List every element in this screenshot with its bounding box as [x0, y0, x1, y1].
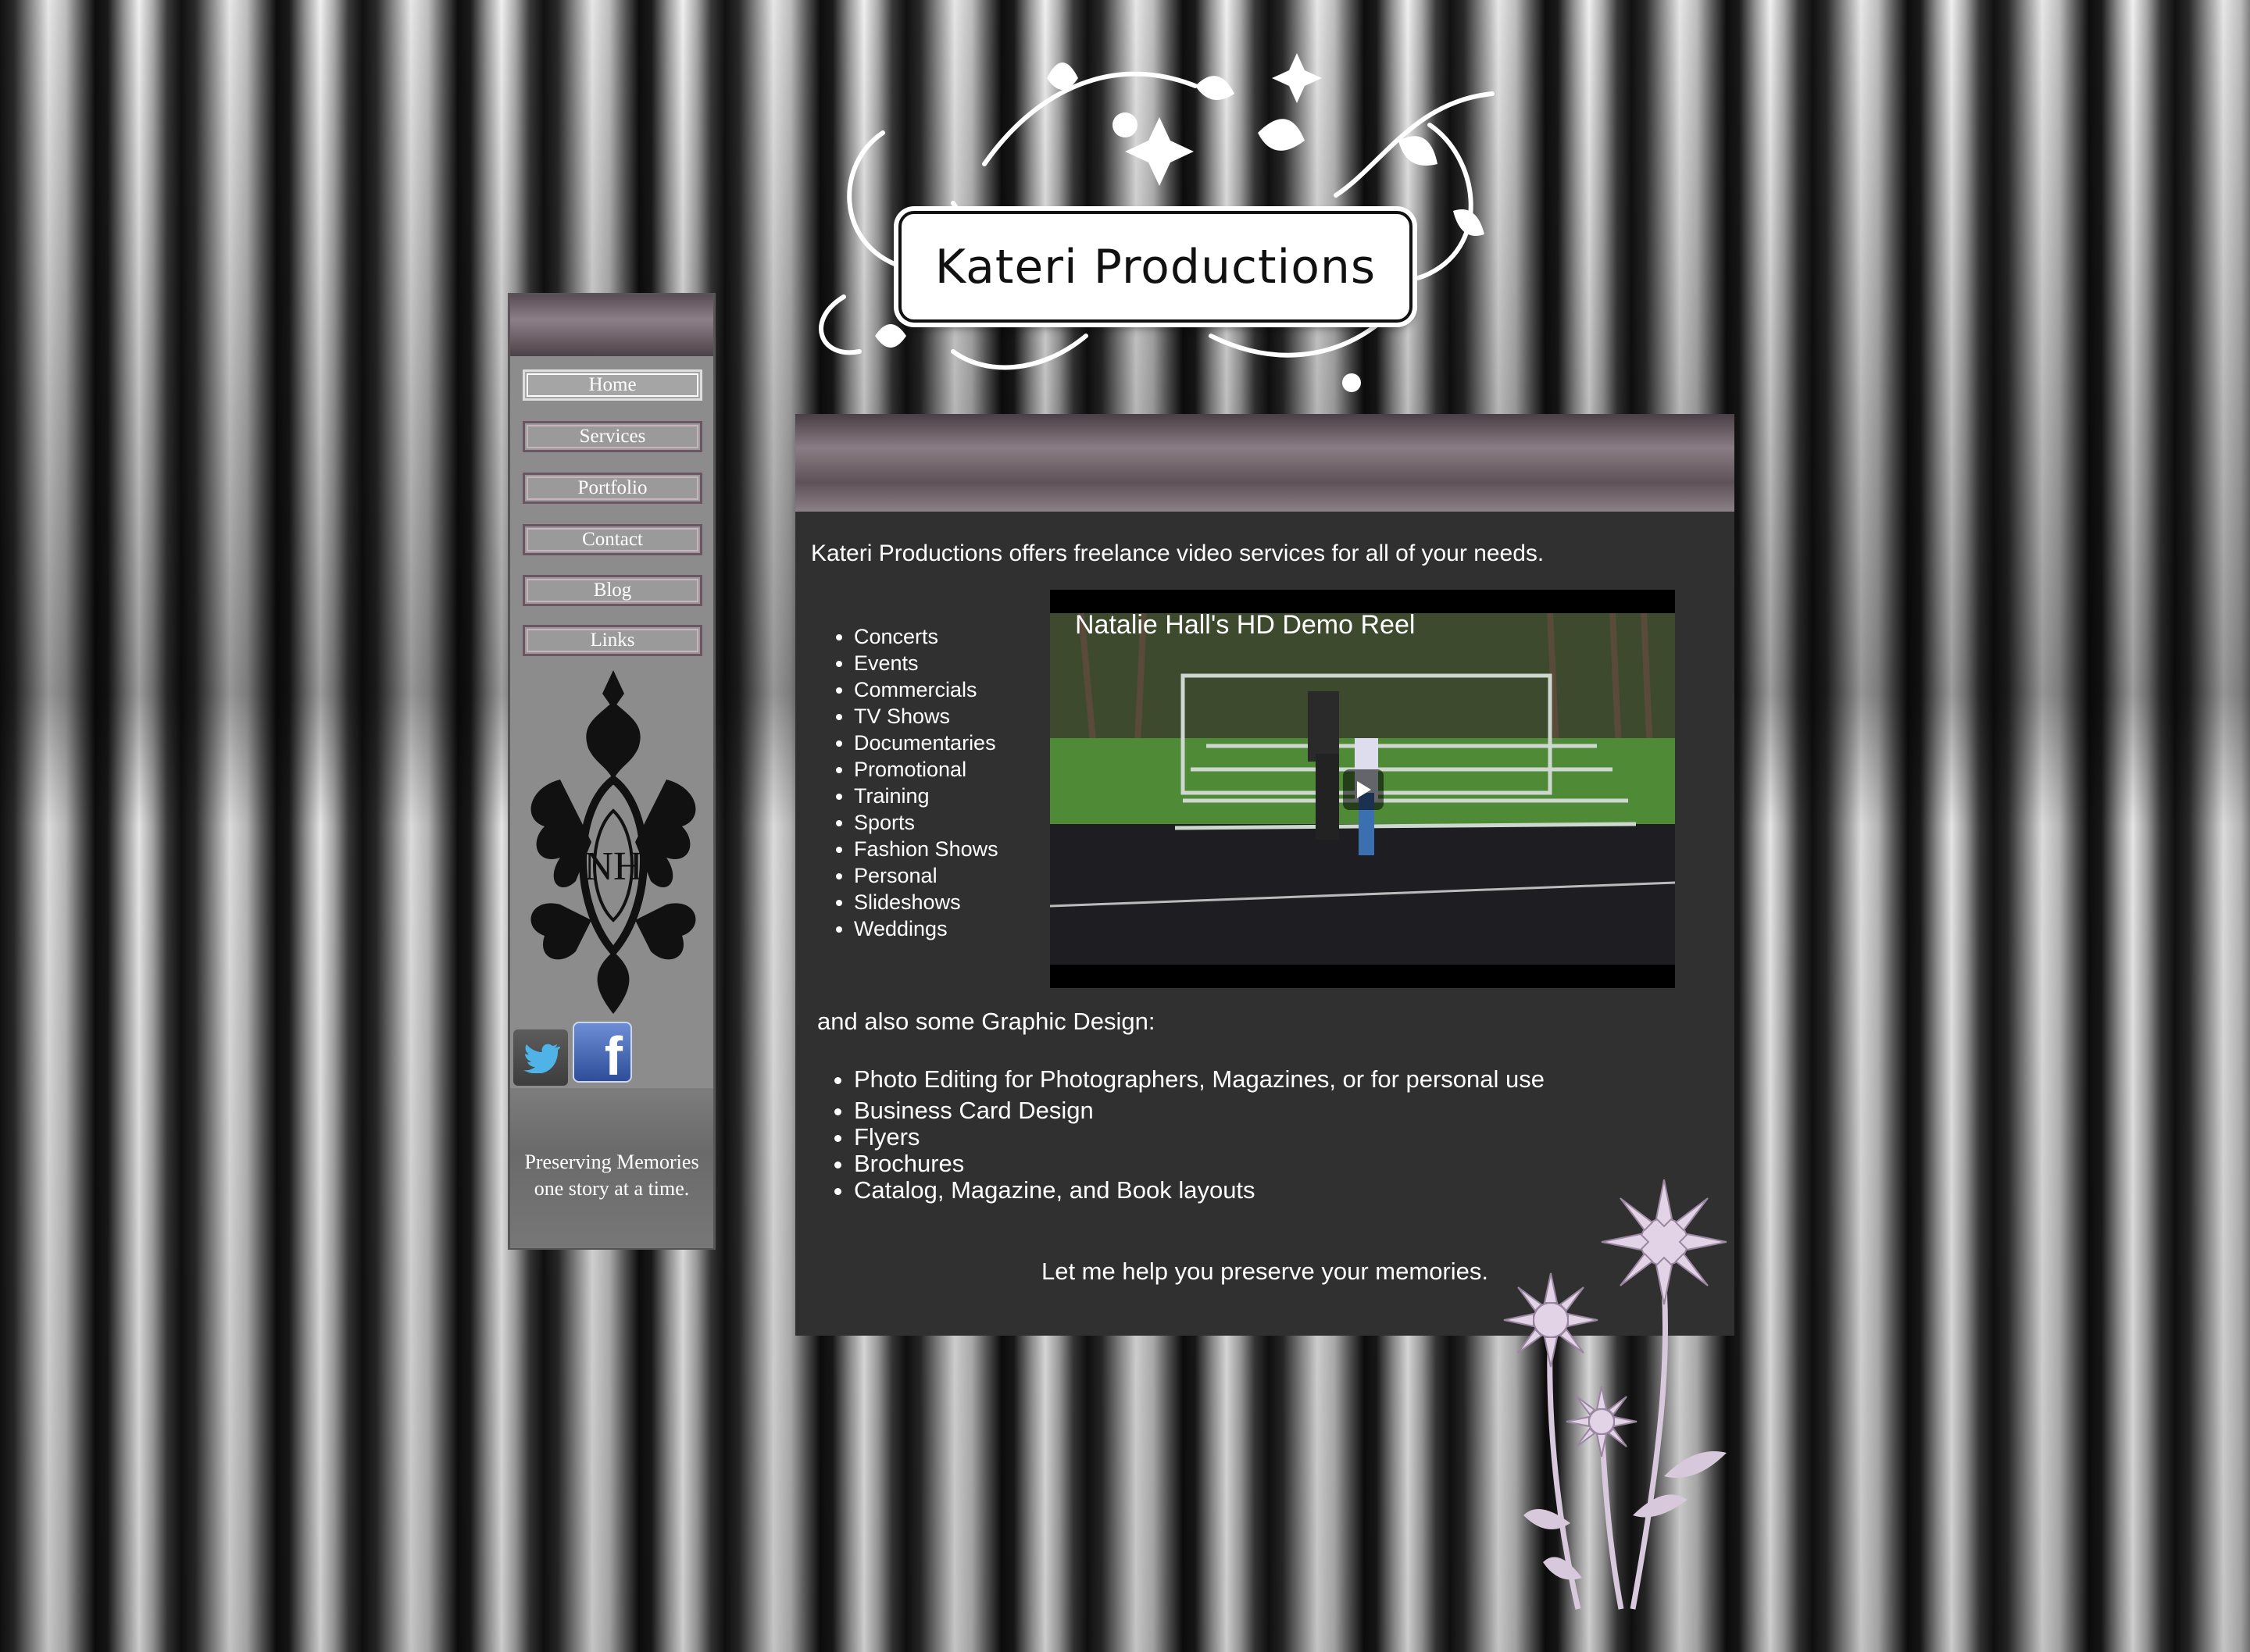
list-item: Business Card Design [854, 1097, 1545, 1124]
monogram-letters: NH [584, 844, 642, 889]
facebook-f-icon: f [604, 1026, 623, 1086]
list-item: Brochures [854, 1151, 1545, 1177]
facebook-link[interactable]: f [573, 1022, 632, 1083]
tagline-line-1: Preserving Memories [524, 1151, 699, 1173]
nav-portfolio-button[interactable]: Portfolio [523, 473, 702, 504]
list-item: Events [854, 650, 998, 676]
list-item: Weddings [854, 915, 998, 942]
nh-monogram-icon: NH [530, 670, 696, 1014]
list-item: TV Shows [854, 703, 998, 730]
video-title: Natalie Hall's HD Demo Reel [1075, 610, 1416, 640]
list-item: Documentaries [854, 730, 998, 756]
list-item: Slideshows [854, 889, 998, 915]
list-item: Catalog, Magazine, and Book layouts [854, 1177, 1545, 1204]
nav-links-button[interactable]: Links [523, 625, 702, 656]
graphic-design-list: Photo Editing for Photographers, Magazin… [834, 1066, 1545, 1204]
nav-services-button[interactable]: Services [523, 421, 702, 452]
list-item: Photo Editing for Photographers, Magazin… [854, 1066, 1545, 1093]
twitter-bird-icon [523, 1044, 560, 1073]
list-item: Fashion Shows [854, 836, 998, 862]
twitter-link[interactable] [513, 1029, 568, 1086]
play-button[interactable] [1343, 769, 1384, 810]
sidebar-header-bar [510, 295, 713, 356]
video-services-list: Concerts Events Commercials TV Shows Doc… [834, 623, 998, 942]
list-item: Personal [854, 862, 998, 889]
nav-home-button[interactable]: Home [523, 369, 702, 401]
content-banner [795, 414, 1734, 512]
sidebar-footer: Preserving Memories one story at a time. [510, 1088, 713, 1248]
intro-text: Kateri Productions offers freelance vide… [811, 541, 1545, 566]
sidebar: Home Services Portfolio Contact Blog Lin… [508, 293, 716, 1250]
tagline-line-2: one story at a time. [534, 1177, 690, 1200]
graphic-design-heading: and also some Graphic Design: [817, 1008, 1155, 1035]
nav-contact-button[interactable]: Contact [523, 524, 702, 555]
list-item: Promotional [854, 756, 998, 783]
nav-blog-button[interactable]: Blog [523, 575, 702, 606]
site-logo[interactable]: Kateri Productions [898, 211, 1412, 323]
logo-title: Kateri Productions [934, 239, 1377, 294]
decorative-flowers [1503, 1179, 1727, 1610]
list-item: Commercials [854, 676, 998, 703]
demo-reel-video[interactable]: Natalie Hall's HD Demo Reel [1050, 590, 1675, 988]
list-item: Training [854, 783, 998, 809]
play-icon [1357, 781, 1371, 798]
list-item: Flyers [854, 1124, 1545, 1151]
list-item: Concerts [854, 623, 998, 650]
list-item: Sports [854, 809, 998, 836]
